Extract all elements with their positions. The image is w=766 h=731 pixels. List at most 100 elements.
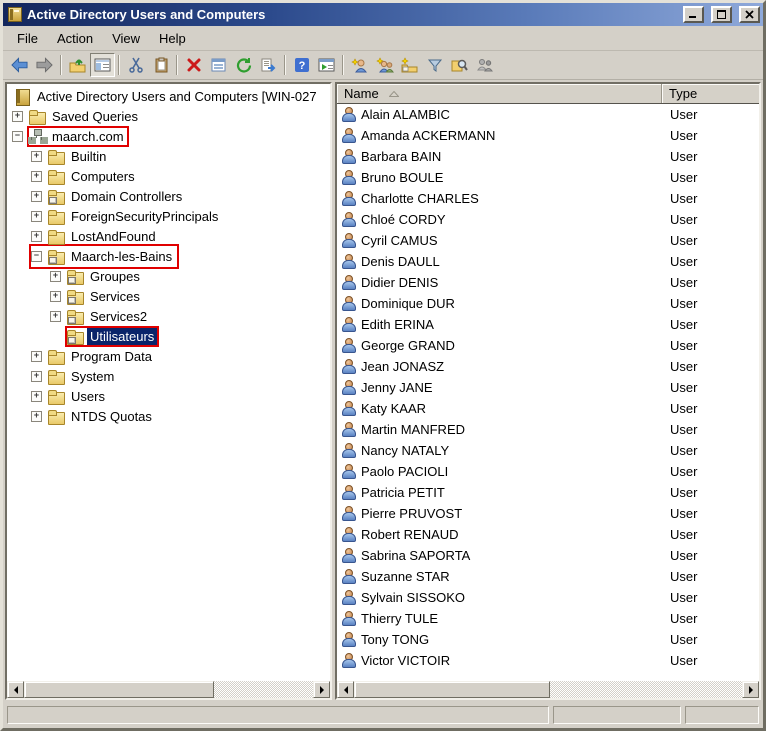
- scrollbar-track[interactable]: [550, 681, 742, 698]
- tree-item[interactable]: + System: [7, 366, 330, 386]
- tree-toggle[interactable]: −: [31, 251, 42, 262]
- show-window-button[interactable]: [314, 53, 339, 77]
- scrollbar-thumb[interactable]: [354, 681, 550, 698]
- list-item[interactable]: Katy KAAR User: [337, 398, 759, 419]
- tree-item[interactable]: + NTDS Quotas: [7, 406, 330, 426]
- tree-toggle[interactable]: +: [31, 211, 42, 222]
- set-filter-button[interactable]: [422, 53, 447, 77]
- tree-item-label[interactable]: Services2: [87, 308, 150, 325]
- list-item[interactable]: Martin MANFRED User: [337, 419, 759, 440]
- tree-item-label[interactable]: Users: [68, 388, 108, 405]
- tree-item-label[interactable]: maarch.com: [49, 128, 127, 145]
- tree-item[interactable]: − Maarch-les-Bains: [7, 246, 330, 266]
- list-item[interactable]: Amanda ACKERMANN User: [337, 125, 759, 146]
- tree-item-label[interactable]: Program Data: [68, 348, 155, 365]
- scrollbar-thumb[interactable]: [24, 681, 214, 698]
- title-bar[interactable]: Active Directory Users and Computers: [3, 3, 763, 26]
- list-item[interactable]: Denis DAULL User: [337, 251, 759, 272]
- new-group-button[interactable]: [372, 53, 397, 77]
- tree-item[interactable]: + Program Data: [7, 346, 330, 366]
- delete-button[interactable]: [181, 53, 206, 77]
- tree-item[interactable]: + ForeignSecurityPrincipals: [7, 206, 330, 226]
- tree-toggle[interactable]: +: [31, 151, 42, 162]
- tree-item-label[interactable]: Services: [87, 288, 143, 305]
- scrollbar-track[interactable]: [214, 681, 313, 698]
- list-item[interactable]: Thierry TULE User: [337, 608, 759, 629]
- tree-toggle[interactable]: +: [12, 111, 23, 122]
- help-button[interactable]: ?: [289, 53, 314, 77]
- maximize-button[interactable]: [711, 6, 732, 23]
- list-item[interactable]: Suzanne STAR User: [337, 566, 759, 587]
- tree-item-label[interactable]: Active Directory Users and Computers [WI…: [34, 88, 320, 105]
- scroll-right-button[interactable]: [313, 681, 330, 698]
- menu-file[interactable]: File: [8, 27, 48, 50]
- list-item[interactable]: Jean JONASZ User: [337, 356, 759, 377]
- delegate-control-button[interactable]: [472, 53, 497, 77]
- list-item[interactable]: George GRAND User: [337, 335, 759, 356]
- menu-help[interactable]: Help: [150, 27, 196, 50]
- column-header-name[interactable]: Name: [337, 84, 662, 103]
- list-item[interactable]: Barbara BAIN User: [337, 146, 759, 167]
- tree-item-label[interactable]: Computers: [68, 168, 138, 185]
- close-button[interactable]: [739, 6, 760, 23]
- scroll-left-button[interactable]: [7, 681, 24, 698]
- list-item[interactable]: Bruno BOULE User: [337, 167, 759, 188]
- new-user-button[interactable]: [347, 53, 372, 77]
- list-item[interactable]: Alain ALAMBIC User: [337, 104, 759, 125]
- list-item[interactable]: Paolo PACIOLI User: [337, 461, 759, 482]
- tree-toggle[interactable]: +: [31, 171, 42, 182]
- list-item[interactable]: Patricia PETIT User: [337, 482, 759, 503]
- list-item[interactable]: Cyril CAMUS User: [337, 230, 759, 251]
- tree-toggle[interactable]: +: [50, 271, 61, 282]
- tree-horizontal-scrollbar[interactable]: [7, 681, 330, 698]
- list-item[interactable]: Victor VICTOIR User: [337, 650, 759, 671]
- tree-item[interactable]: + Users: [7, 386, 330, 406]
- tree-item-label[interactable]: System: [68, 368, 117, 385]
- up-one-level-button[interactable]: [65, 53, 90, 77]
- list-item[interactable]: Chloé CORDY User: [337, 209, 759, 230]
- list-item[interactable]: Didier DENIS User: [337, 272, 759, 293]
- properties-button[interactable]: [206, 53, 231, 77]
- tree-toggle[interactable]: +: [31, 391, 42, 402]
- tree-toggle[interactable]: +: [31, 191, 42, 202]
- tree-toggle[interactable]: +: [31, 371, 42, 382]
- list-item[interactable]: Nancy NATALY User: [337, 440, 759, 461]
- tree-item-label[interactable]: Saved Queries: [49, 108, 141, 125]
- tree-item-label[interactable]: Groupes: [87, 268, 143, 285]
- tree-item-label[interactable]: Domain Controllers: [68, 188, 185, 205]
- find-button[interactable]: [447, 53, 472, 77]
- tree-toggle[interactable]: +: [31, 411, 42, 422]
- export-list-button[interactable]: [256, 53, 281, 77]
- show-console-tree-button[interactable]: [90, 53, 115, 77]
- list-item[interactable]: Robert RENAUD User: [337, 524, 759, 545]
- new-organizational-unit-button[interactable]: [397, 53, 422, 77]
- tree-item-label[interactable]: LostAndFound: [68, 228, 159, 245]
- back-button[interactable]: [7, 53, 32, 77]
- list-horizontal-scrollbar[interactable]: [337, 681, 759, 698]
- menu-action[interactable]: Action: [48, 27, 103, 50]
- refresh-button[interactable]: [231, 53, 256, 77]
- tree-toggle[interactable]: +: [50, 311, 61, 322]
- list-item[interactable]: Charlotte CHARLES User: [337, 188, 759, 209]
- list-item[interactable]: Tony TONG User: [337, 629, 759, 650]
- tree-item-label[interactable]: ForeignSecurityPrincipals: [68, 208, 221, 225]
- list-item[interactable]: Dominique DUR User: [337, 293, 759, 314]
- tree-item-label[interactable]: NTDS Quotas: [68, 408, 155, 425]
- minimize-button[interactable]: [683, 6, 704, 23]
- tree-toggle[interactable]: +: [31, 231, 42, 242]
- menu-view[interactable]: View: [103, 27, 150, 50]
- list-item[interactable]: Jenny JANE User: [337, 377, 759, 398]
- scroll-left-button[interactable]: [337, 681, 354, 698]
- list-item[interactable]: Pierre PRUVOST User: [337, 503, 759, 524]
- list-item[interactable]: Sabrina SAPORTA User: [337, 545, 759, 566]
- tree-item-label[interactable]: Maarch-les-Bains: [68, 248, 175, 265]
- forward-button[interactable]: [32, 53, 57, 77]
- paste-button[interactable]: [148, 53, 173, 77]
- tree-toggle[interactable]: +: [50, 291, 61, 302]
- tree-toggle[interactable]: +: [31, 351, 42, 362]
- scroll-right-button[interactable]: [742, 681, 759, 698]
- cut-button[interactable]: [123, 53, 148, 77]
- list-item[interactable]: Sylvain SISSOKO User: [337, 587, 759, 608]
- tree-item-label[interactable]: Utilisateurs: [87, 328, 157, 345]
- list-item[interactable]: Edith ERINA User: [337, 314, 759, 335]
